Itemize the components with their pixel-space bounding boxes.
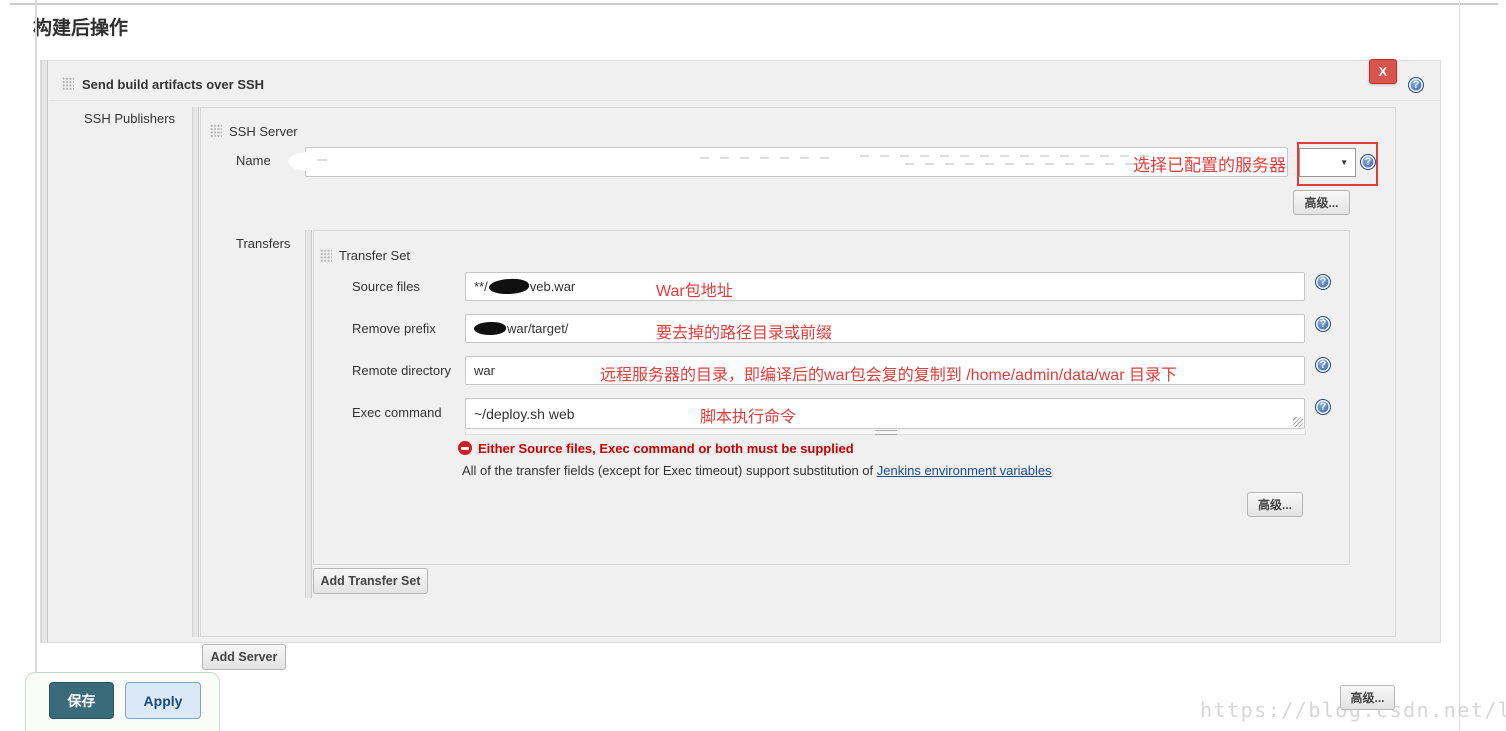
action-title: Send build artifacts over SSH: [82, 77, 264, 92]
redacted-text-remnant: [318, 159, 334, 161]
textarea-resize-grip[interactable]: [1293, 417, 1303, 427]
page-title: 构建后操作: [33, 13, 128, 40]
remove-prefix-value: war/target/: [507, 321, 568, 336]
remote-directory-input[interactable]: war: [465, 356, 1305, 385]
remote-directory-label: Remote directory: [352, 363, 451, 378]
error-icon: [458, 441, 472, 455]
remote-directory-value: war: [474, 363, 495, 378]
server-advanced-button[interactable]: 高级...: [1293, 190, 1350, 215]
remove-prefix-input[interactable]: war/target/: [465, 314, 1305, 343]
drag-handle-icon[interactable]: [210, 124, 222, 138]
ssh-server-section-title: SSH Server: [229, 124, 298, 139]
name-label: Name: [236, 153, 271, 168]
source-files-value: veb.war: [530, 279, 576, 294]
name-input[interactable]: [305, 147, 1288, 177]
action-drag-strip[interactable]: [41, 61, 48, 642]
jenkins-config-page: 构建后操作 Send build artifacts over SSH X ? …: [0, 0, 1506, 731]
transfers-label: Transfers: [236, 236, 290, 251]
help-icon[interactable]: ?: [1315, 357, 1331, 373]
transfer-set-drag-strip[interactable]: [305, 230, 312, 598]
help-icon[interactable]: ?: [1315, 274, 1331, 290]
drag-handle-icon[interactable]: [62, 77, 74, 91]
info-text: All of the transfer fields (except for E…: [462, 463, 877, 478]
whiteout-blob: [288, 152, 332, 171]
add-server-button[interactable]: Add Server: [202, 644, 286, 670]
transfer-advanced-button[interactable]: 高级...: [1247, 492, 1303, 517]
ssh-server-drag-strip[interactable]: [192, 107, 199, 637]
source-files-input[interactable]: **/ veb.war: [465, 272, 1305, 301]
right-rule: [1459, 0, 1460, 731]
help-icon[interactable]: ?: [1315, 399, 1331, 415]
jenkins-env-variables-link[interactable]: Jenkins environment variables: [877, 463, 1052, 478]
ssh-publishers-label: SSH Publishers: [84, 111, 175, 126]
drag-handle-icon[interactable]: [320, 249, 332, 263]
exec-command-value: ~/deploy.sh web: [474, 406, 575, 422]
transfer-set-section-title: Transfer Set: [339, 248, 410, 263]
redacted-text-remnant: [905, 163, 1155, 165]
remove-prefix-label: Remove prefix: [352, 321, 436, 336]
apply-button[interactable]: Apply: [125, 682, 201, 719]
redaction-blob: [488, 278, 528, 294]
close-button[interactable]: X: [1369, 59, 1397, 84]
source-files-value: **/: [474, 279, 488, 294]
error-message: Either Source files, Exec command or bot…: [478, 441, 854, 456]
help-icon[interactable]: ?: [1360, 154, 1376, 170]
save-button[interactable]: 保存: [49, 682, 114, 719]
redaction-blob: [474, 322, 506, 335]
textarea-drag-bar[interactable]: [465, 429, 1306, 435]
add-transfer-set-button[interactable]: Add Transfer Set: [313, 568, 428, 594]
help-icon[interactable]: ?: [1315, 316, 1331, 332]
footer-advanced-button[interactable]: 高级...: [1340, 685, 1395, 710]
redacted-text-remnant: [860, 155, 1160, 157]
exec-command-label: Exec command: [352, 405, 442, 420]
help-icon[interactable]: ?: [1408, 77, 1424, 93]
exec-command-textarea[interactable]: ~/deploy.sh web: [465, 398, 1305, 429]
top-divider: [10, 3, 1498, 5]
left-rule: [35, 0, 37, 731]
source-files-label: Source files: [352, 279, 420, 294]
redacted-text-remnant: [700, 157, 840, 159]
action-header-divider: [49, 100, 1440, 101]
transfer-info-text: All of the transfer fields (except for E…: [462, 463, 1052, 478]
